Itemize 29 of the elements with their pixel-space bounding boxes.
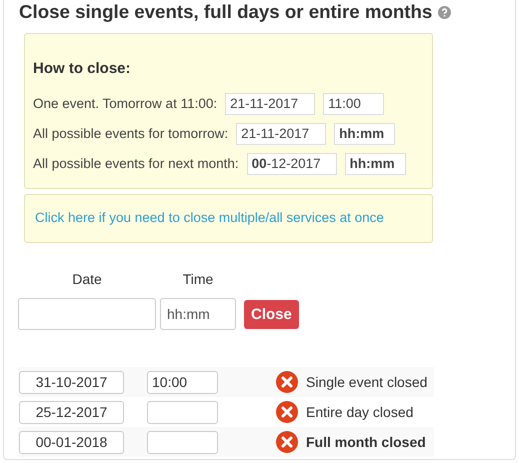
date-label: Date	[72, 270, 102, 290]
remove-icon[interactable]	[276, 401, 298, 424]
close-button[interactable]: Close	[244, 300, 299, 330]
example-date: 21-11-2017	[225, 92, 316, 115]
example-time: hh:mm	[344, 152, 406, 175]
status-text: Single event closed	[306, 372, 428, 392]
remove-icon[interactable]	[276, 371, 298, 394]
status-text: Full month closed	[306, 432, 426, 452]
date-field[interactable]: 25-12-2017	[19, 400, 124, 424]
example-date: 00-12-2017	[246, 152, 337, 175]
status-text: Entire day closed	[306, 402, 414, 422]
date-field[interactable]	[18, 298, 156, 330]
example-label: One event. Tomorrow at 11:00:	[33, 94, 218, 113]
time-field[interactable]: 10:00	[147, 370, 218, 394]
help-icon[interactable]	[438, 6, 451, 19]
time-label: Time	[182, 270, 214, 290]
remove-icon[interactable]	[276, 431, 298, 454]
example-date: 21-11-2017	[236, 122, 326, 145]
info-heading: How to close:	[33, 59, 132, 80]
time-field[interactable]: hh:mm	[160, 298, 236, 330]
example-label: All possible events for next month:	[33, 154, 239, 173]
date-field[interactable]: 31-10-2017	[19, 370, 124, 394]
time-field[interactable]	[147, 430, 218, 454]
date-field[interactable]: 00-01-2018	[19, 430, 124, 454]
page-title: Close single events, full days or entire months	[19, 1, 432, 22]
example-time: hh:mm	[334, 122, 396, 145]
example-label: All possible events for tomorrow:	[33, 124, 228, 143]
example-time: 11:00	[323, 92, 384, 115]
time-field[interactable]	[147, 400, 218, 424]
